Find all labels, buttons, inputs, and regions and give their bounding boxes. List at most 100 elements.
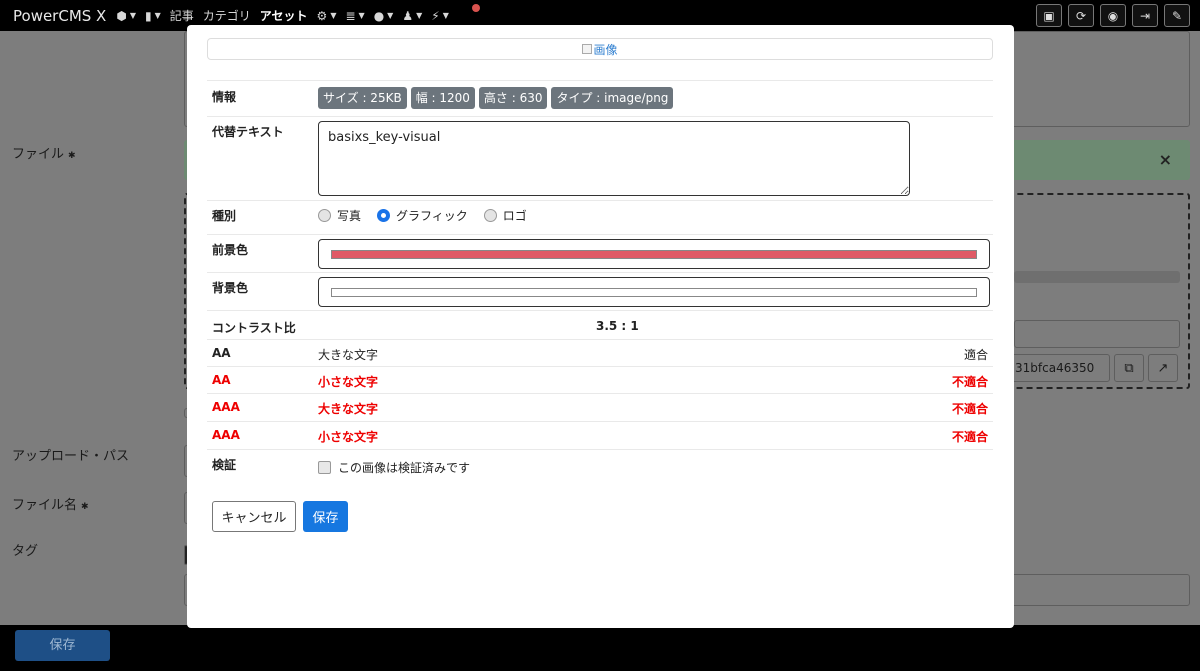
kind-option-logo[interactable]: ロゴ — [483, 207, 527, 224]
user-plus-icon: ♟ — [402, 8, 414, 23]
contrast-result-row: AAA 小さな文字 不適合 — [207, 421, 993, 449]
image-icon[interactable]: ▣ — [1036, 4, 1062, 27]
radio-logo[interactable] — [483, 209, 497, 222]
alt-text-label: 代替テキスト — [212, 125, 284, 139]
bookmark-icon: ▮ — [144, 8, 152, 23]
info-label: 情報 — [212, 90, 237, 104]
save-button[interactable]: 保存 — [303, 501, 348, 532]
alt-text-textarea[interactable]: basixs_key-visual — [318, 121, 910, 196]
refresh-icon[interactable]: ⟳ — [1068, 4, 1094, 27]
verify-label: 検証 — [212, 458, 237, 472]
close-icon[interactable]: × — [1159, 150, 1172, 169]
contrast-result: 不適合 — [951, 375, 988, 389]
background-color-row: 背景色 — [207, 272, 993, 310]
verify-checkbox-wrapper[interactable]: この画像は検証済みです — [318, 459, 470, 476]
contrast-level: AAA — [212, 400, 240, 414]
contrast-label: コントラスト比 — [212, 321, 296, 335]
background-input — [1014, 320, 1180, 348]
chevron-down-icon: ▼ — [358, 11, 365, 20]
database-icon: ≣ — [345, 8, 356, 23]
contrast-desc: 小さな文字 — [318, 430, 379, 444]
background-bar — [1014, 271, 1180, 283]
nav-database-menu[interactable]: ≣ ▼ — [345, 9, 364, 23]
contrast-desc: 大きな文字 — [318, 402, 379, 416]
contrast-row: コントラスト比 3.5 : 1 — [207, 310, 993, 339]
broken-image-icon — [582, 44, 593, 54]
foreground-row: 前景色 — [207, 234, 993, 272]
contrast-level: AA — [212, 373, 231, 387]
logout-icon[interactable]: ⇥ — [1132, 4, 1158, 27]
info-badges: サイズ : 25KB 幅 : 1200 高さ : 630 タイプ : image… — [318, 87, 674, 109]
plug-icon: ⚡ — [431, 8, 440, 23]
nav-comments-menu[interactable]: ● ▼ — [374, 9, 394, 23]
verified-checkbox[interactable] — [318, 461, 331, 474]
radio-graphic[interactable] — [377, 209, 391, 222]
wrench-icon[interactable]: ✎ — [1164, 4, 1190, 27]
kind-label: 種別 — [212, 209, 237, 223]
contrast-result-row: AA 大きな文字 適合 — [207, 339, 993, 366]
contrast-desc: 大きな文字 — [318, 348, 379, 362]
required-icon: ✱ — [68, 151, 76, 161]
kind-option-photo-label: 写真 — [337, 209, 362, 223]
chevron-down-icon: ▼ — [330, 11, 337, 20]
width-badge: 幅 : 1200 — [410, 87, 475, 109]
contrast-level: AAA — [212, 428, 240, 442]
file-name-label: ファイル名 ✱ — [12, 494, 89, 513]
height-badge: 高さ : 630 — [478, 87, 548, 109]
file-hash-field[interactable]: 31bfca46350 — [1010, 354, 1110, 382]
kind-radio-group: 写真 グラフィック ロゴ — [318, 207, 527, 224]
nav-asset[interactable]: アセット — [260, 7, 308, 24]
user-icon[interactable]: ◉ — [1100, 4, 1126, 27]
alt-text-wrapper: basixs_key-visual — [318, 121, 910, 200]
contrast-result-row: AAA 大きな文字 不適合 — [207, 393, 993, 421]
kind-row: 種別 写真 グラフィック ロゴ — [207, 200, 993, 234]
cancel-button[interactable]: キャンセル — [212, 501, 296, 532]
size-badge: サイズ : 25KB — [318, 87, 407, 109]
foreground-color-picker[interactable] — [318, 239, 990, 269]
contrast-desc: 小さな文字 — [318, 375, 379, 389]
comments-icon: ● — [373, 8, 385, 23]
cube-icon: ⬢ — [116, 8, 127, 23]
tag-label: タグ — [12, 544, 39, 559]
external-link-icon[interactable]: ↗ — [1148, 354, 1178, 382]
brand-logo[interactable]: PowerCMS X — [13, 7, 106, 25]
nav-plugins-menu[interactable]: ⚡ ▼ — [431, 9, 449, 23]
kind-option-graphic[interactable]: グラフィック — [377, 207, 468, 224]
nav-users-menu[interactable]: ♟ ▼ — [402, 9, 422, 23]
image-preview-alt[interactable]: 画像 — [582, 41, 618, 58]
contrast-level: AA — [212, 346, 231, 360]
file-label-text: ファイル — [12, 147, 65, 162]
image-alt-text: 画像 — [593, 42, 618, 57]
contrast-result: 不適合 — [951, 402, 988, 416]
nav-workspace-menu[interactable]: ⬢ ▼ — [116, 9, 136, 23]
nav-category[interactable]: カテゴリ — [203, 7, 251, 24]
contrast-result-row: AA 小さな文字 不適合 — [207, 366, 993, 393]
chevron-down-icon: ▼ — [442, 11, 449, 20]
gear-icon: ⚙ — [316, 8, 328, 23]
footer-save-button[interactable]: 保存 — [15, 630, 110, 661]
nav-settings-menu[interactable]: ⚙ ▼ — [317, 9, 337, 23]
kind-option-graphic-label: グラフィック — [396, 209, 468, 223]
upload-path-label: アップロード・パス — [12, 449, 130, 464]
alt-text-row: 代替テキスト basixs_key-visual — [207, 116, 993, 200]
copy-icon[interactable]: ⧉ — [1114, 354, 1144, 382]
nav-article[interactable]: 記事 — [170, 7, 194, 24]
required-icon: ✱ — [81, 502, 89, 512]
background-color-picker[interactable] — [318, 277, 990, 307]
background-color-swatch — [331, 288, 977, 297]
footer-bar — [0, 625, 1200, 671]
contrast-value: 3.5 : 1 — [596, 319, 639, 333]
contrast-result: 不適合 — [951, 430, 988, 444]
verify-row: 検証 この画像は検証済みです — [207, 449, 993, 481]
nav-bookmark-menu[interactable]: ▮ ▼ — [145, 9, 161, 23]
radio-photo[interactable] — [318, 209, 331, 222]
chevron-down-icon: ▼ — [154, 11, 161, 20]
topbar-actions: ▣ ⟳ ◉ ⇥ ✎ — [1036, 4, 1190, 27]
foreground-wrapper — [318, 239, 990, 269]
kind-option-photo[interactable]: 写真 — [318, 207, 361, 224]
info-row: 情報 サイズ : 25KB 幅 : 1200 高さ : 630 タイプ : im… — [207, 80, 993, 116]
image-info-modal: 画像 情報 サイズ : 25KB 幅 : 1200 高さ : 630 タイプ :… — [187, 25, 1014, 628]
type-badge: タイプ : image/png — [551, 87, 674, 109]
chevron-down-icon: ▼ — [416, 11, 423, 20]
kind-option-logo-label: ロゴ — [502, 209, 527, 223]
